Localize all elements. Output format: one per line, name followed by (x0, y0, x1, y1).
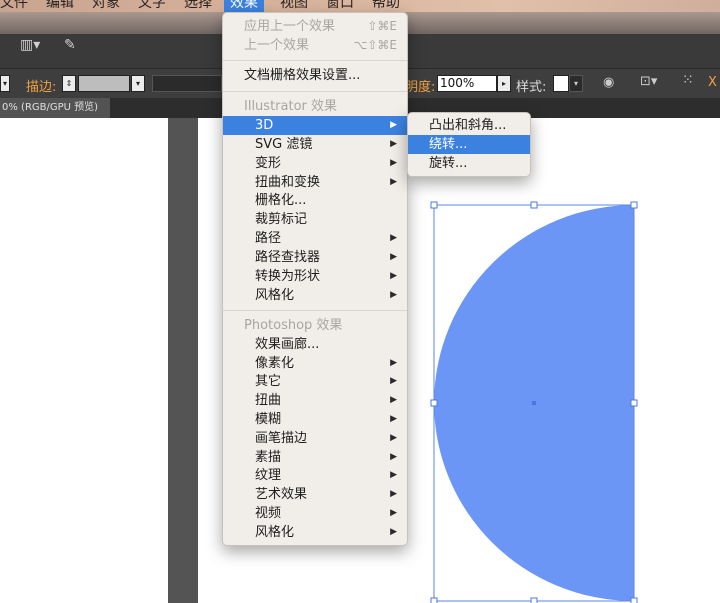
menu-item-blur[interactable]: 模糊 ▶ (223, 410, 407, 429)
submenu-arrow-icon: ▶ (390, 271, 397, 281)
submenu-arrow-icon: ▶ (390, 508, 397, 518)
opacity-value: 100% (440, 76, 475, 90)
menu-item-brush-strokes[interactable]: 画笔描边 ▶ (223, 429, 407, 448)
submenu-arrow-icon: ▶ (390, 527, 397, 537)
menu-header-illustrator-effects: Illustrator 效果 (244, 99, 338, 114)
submenu-arrow-icon: ▶ (390, 290, 397, 300)
arrange-documents-icon[interactable]: ▥▾ (20, 37, 40, 53)
graphic-style-dropdown[interactable]: ▾ (569, 75, 583, 92)
menu-item-3d[interactable]: 3D ▶ (223, 116, 407, 135)
menu-item-stylize-illustrator[interactable]: 风格化 ▶ (223, 286, 407, 305)
menu-item-last-effect: 上一个效果 ⌥⇧⌘E (244, 38, 397, 53)
submenu-arrow-icon: ▶ (390, 139, 397, 149)
x-coordinate-label: X (708, 75, 717, 90)
submenu-arrow-icon: ▶ (390, 376, 397, 386)
menu-item-sketch[interactable]: 素描 ▶ (223, 448, 407, 467)
submenu-arrow-icon: ▶ (390, 395, 397, 405)
half-circle-shape[interactable] (426, 198, 642, 603)
app-menubar: 文件 编辑 对象 文字 选择 效果 视图 窗口 帮助 (0, 0, 720, 12)
menu-item-convert-to-shape[interactable]: 转换为形状 ▶ (223, 267, 407, 286)
stroke-weight-field[interactable] (78, 75, 130, 92)
feather-icon[interactable]: ✎ (64, 37, 76, 53)
menu-item-apply-last-effect: 应用上一个效果 ⇧⌘E (244, 19, 397, 34)
menu-separator (223, 310, 407, 311)
menu-item-video[interactable]: 视频 ▶ (223, 504, 407, 523)
menu-item-stylize-photoshop[interactable]: 风格化 ▶ (223, 523, 407, 542)
menu-object[interactable]: 对象 (92, 0, 120, 12)
stroke-label: 描边: (26, 80, 57, 95)
submenu-arrow-icon: ▶ (390, 358, 397, 368)
transform-grid-icon[interactable]: ⁙ (682, 72, 694, 88)
menu-item-path[interactable]: 路径 ▶ (223, 229, 407, 248)
recolor-icon[interactable]: ◉ (603, 75, 614, 90)
menu-item-distort[interactable]: 扭曲 ▶ (223, 391, 407, 410)
align-icon[interactable]: ⊡▾ (640, 74, 657, 89)
menu-item-texture[interactable]: 纹理 ▶ (223, 466, 407, 485)
stroke-weight-stepper[interactable]: ⇕ (62, 75, 76, 92)
submenu-arrow-icon: ▶ (390, 470, 397, 480)
stroke-weight-dropdown[interactable]: ▾ (131, 75, 145, 92)
menu-item-effect-gallery[interactable]: 效果画廊... (223, 335, 407, 354)
canvas-left-area (0, 118, 168, 603)
graphic-style-swatch[interactable] (553, 75, 569, 92)
menu-item-extrude-bevel[interactable]: 凸出和斜角... (408, 116, 530, 135)
menu-item-distort-transform[interactable]: 扭曲和变换 ▶ (223, 173, 407, 192)
effect-menu: 应用上一个效果 ⇧⌘E 上一个效果 ⌥⇧⌘E 文档栅格效果设置... Illus… (222, 12, 408, 546)
menu-item-revolve[interactable]: 绕转... (408, 135, 530, 154)
menu-item-crop-marks[interactable]: 裁剪标记 (223, 210, 407, 229)
menu-header-photoshop-effects: Photoshop 效果 (244, 318, 343, 333)
opacity-dropdown[interactable]: ▸ (497, 75, 511, 92)
menu-separator (223, 91, 407, 92)
submenu-arrow-icon: ▶ (390, 489, 397, 499)
menu-item-rotate[interactable]: 旋转... (408, 154, 530, 173)
menu-separator (223, 60, 407, 61)
style-label: 样式: (516, 80, 547, 95)
menu-type[interactable]: 文字 (138, 0, 166, 12)
submenu-arrow-icon: ▶ (390, 120, 397, 130)
submenu-arrow-icon: ▶ (390, 252, 397, 262)
menu-item-rasterize[interactable]: 栅格化... (223, 191, 407, 210)
menu-item-warp[interactable]: 变形 ▶ (223, 154, 407, 173)
menu-item-document-raster-settings[interactable]: 文档栅格效果设置... (223, 66, 407, 85)
menu-help[interactable]: 帮助 (372, 0, 400, 12)
variable-width-field[interactable] (152, 75, 222, 92)
menu-item-pathfinder[interactable]: 路径查找器 ▶ (223, 248, 407, 267)
document-tab[interactable]: 0% (RGB/GPU 预览) (0, 98, 110, 118)
menu-item-svg-filters[interactable]: SVG 滤镜 ▶ (223, 135, 407, 154)
menu-item-artistic[interactable]: 艺术效果 ▶ (223, 485, 407, 504)
menu-effect[interactable]: 效果 (224, 0, 264, 12)
submenu-arrow-icon: ▶ (390, 414, 397, 424)
submenu-arrow-icon: ▶ (390, 177, 397, 187)
fill-dropdown[interactable]: ▾ (0, 75, 10, 92)
pasteboard-gap (168, 118, 198, 603)
opacity-field[interactable]: 100% (437, 75, 497, 92)
submenu-3d: 凸出和斜角... 绕转... 旋转... (407, 112, 531, 177)
menu-edit[interactable]: 编辑 (46, 0, 74, 12)
submenu-arrow-icon: ▶ (390, 452, 397, 462)
menu-file[interactable]: 文件 (0, 0, 28, 12)
menu-item-pixelate[interactable]: 像素化 ▶ (223, 354, 407, 373)
center-point (532, 401, 536, 405)
submenu-arrow-icon: ▶ (390, 233, 397, 243)
menu-select[interactable]: 选择 (184, 0, 212, 12)
menu-window[interactable]: 窗口 (326, 0, 354, 12)
submenu-arrow-icon: ▶ (390, 158, 397, 168)
submenu-arrow-icon: ▶ (390, 433, 397, 443)
menu-view[interactable]: 视图 (280, 0, 308, 12)
menu-item-other[interactable]: 其它 ▶ (223, 372, 407, 391)
opacity-label: 明度: (405, 80, 436, 95)
